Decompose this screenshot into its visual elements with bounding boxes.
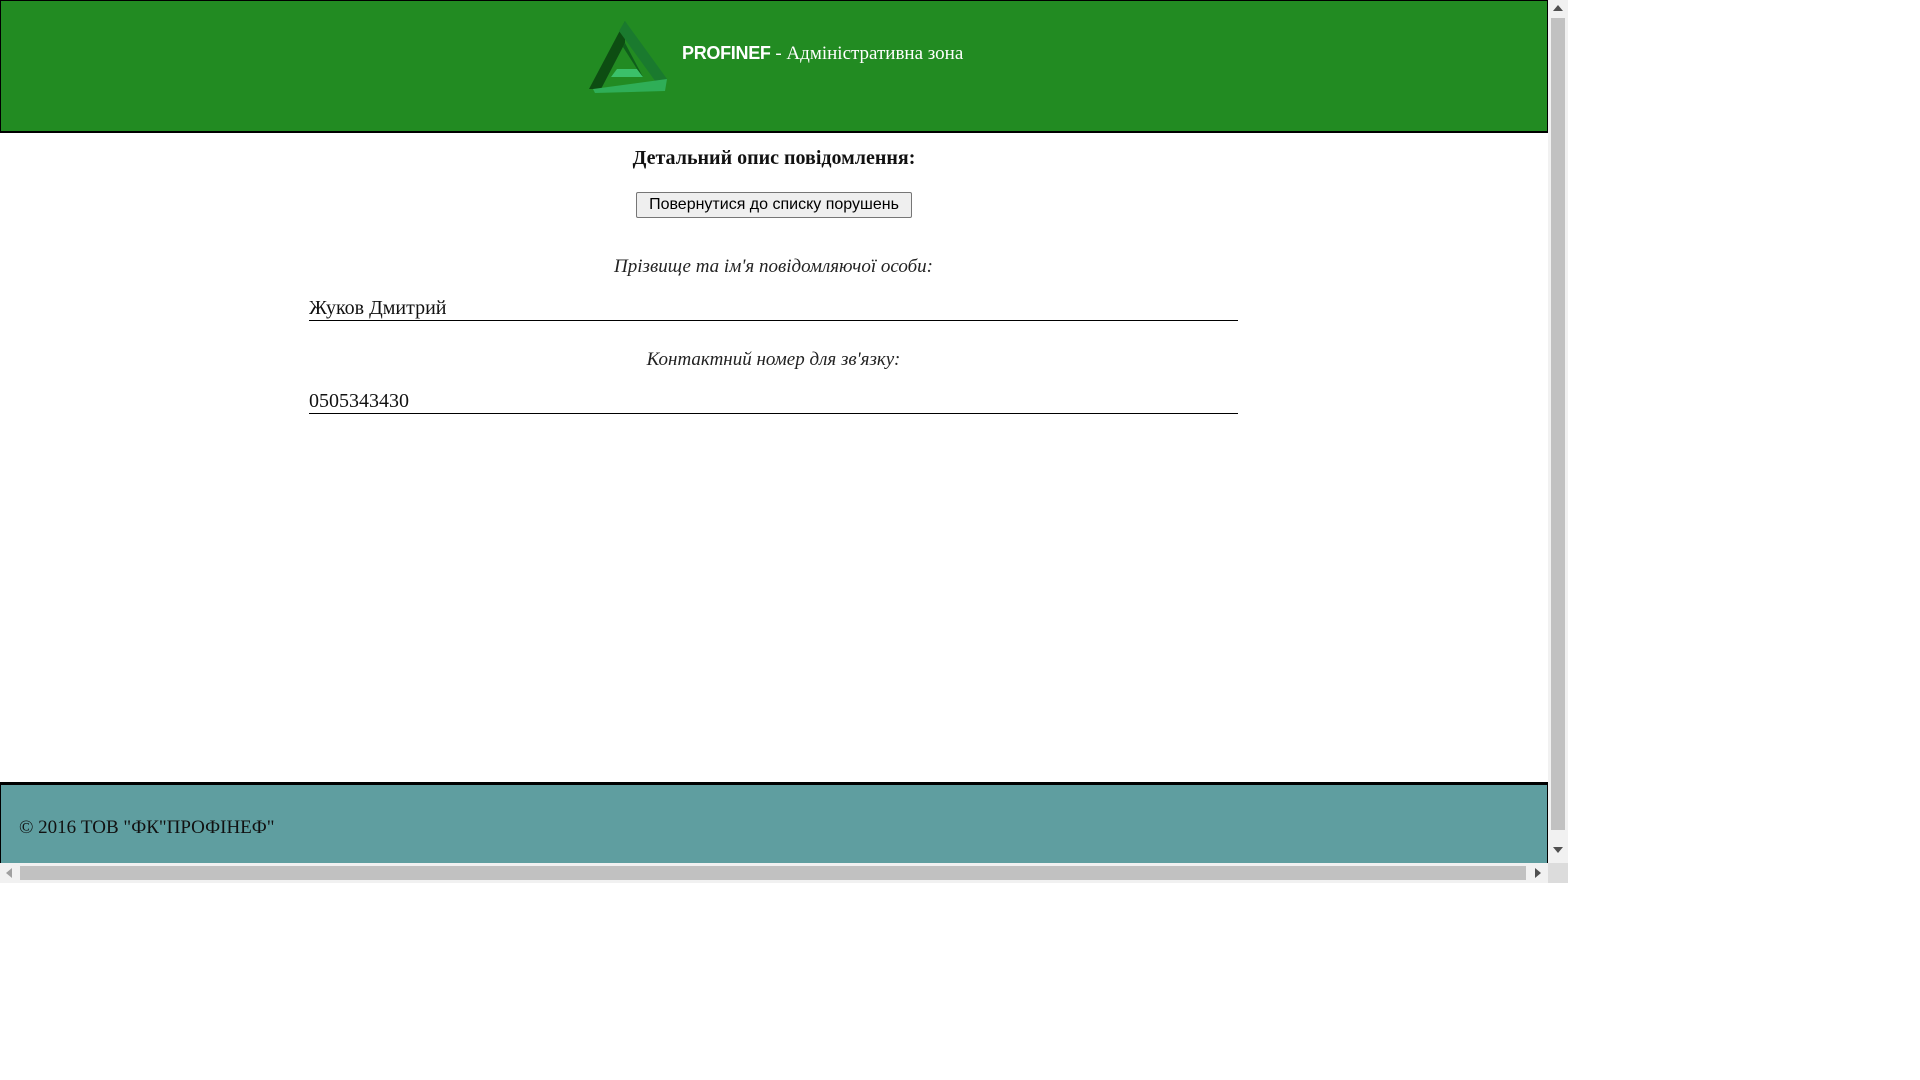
back-to-violations-button[interactable]: Повернутися до списку порушень	[636, 192, 912, 218]
header-title-suffix: - Адміністративна зона	[770, 43, 964, 64]
vertical-scrollbar[interactable]	[1548, 0, 1568, 863]
scroll-down-arrow-icon[interactable]	[1553, 847, 1563, 853]
scroll-right-arrow-icon[interactable]	[1535, 868, 1541, 878]
horizontal-scrollbar[interactable]	[0, 863, 1548, 883]
contact-number-value: 0505343430	[309, 390, 1238, 414]
contact-number-label: Контактний номер для зв'язку:	[646, 349, 901, 370]
penrose-triangle-logo	[589, 21, 667, 93]
header-title: PROFINEF - Адміністративна зона	[682, 43, 963, 65]
main-content: Детальний опис повідомлення: Повернутися…	[0, 134, 1548, 782]
vertical-scroll-thumb[interactable]	[1551, 18, 1565, 830]
copyright-text: © 2016 ТОВ "ФК"ПРОФІНЕФ"	[19, 817, 275, 838]
horizontal-scroll-thumb[interactable]	[20, 866, 1526, 880]
header-bar: PROFINEF - Адміністративна зона	[0, 0, 1548, 133]
reporter-name-value: Жуков Дмитрий	[309, 297, 1238, 321]
reporter-name-label: Прізвище та ім'я повідомляючої особи:	[614, 256, 933, 277]
page-viewport: PROFINEF - Адміністративна зона Детальни…	[0, 0, 1548, 863]
scroll-left-arrow-icon[interactable]	[6, 868, 12, 878]
scroll-up-arrow-icon[interactable]	[1553, 5, 1563, 11]
scrollbar-corner	[1548, 863, 1568, 883]
page-title: Детальний опис повідомлення:	[632, 147, 916, 169]
brand-name: PROFINEF	[682, 43, 771, 63]
footer-bar: © 2016 ТОВ "ФК"ПРОФІНЕФ"	[0, 782, 1548, 863]
